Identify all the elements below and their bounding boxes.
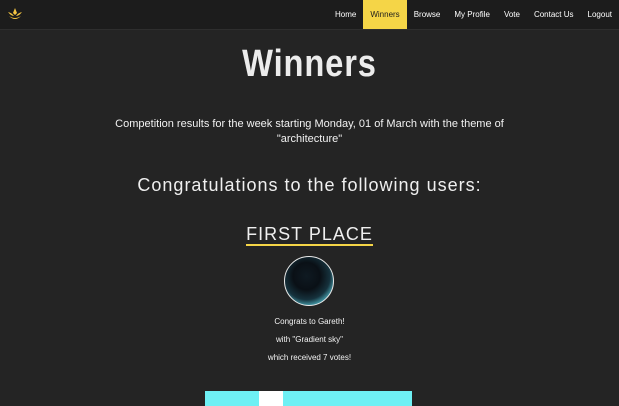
- first-place-heading: FIRST PLACE: [0, 224, 619, 246]
- winner-congrats-line: Congrats to Gareth!: [274, 317, 345, 326]
- winning-photo[interactable]: [205, 391, 412, 406]
- competition-intro-text: Competition results for the week startin…: [115, 118, 504, 145]
- nav-vote-link[interactable]: Vote: [497, 0, 527, 29]
- nav-winners-link[interactable]: Winners: [363, 0, 407, 29]
- main-nav: Home Winners Browse My Profile Vote Cont…: [328, 0, 619, 29]
- first-place-heading-text: FIRST PLACE: [246, 224, 373, 246]
- top-navigation-bar: Home Winners Browse My Profile Vote Cont…: [0, 0, 619, 30]
- congratulations-heading: Congratulations to the following users:: [137, 175, 482, 195]
- winner-entry-line: with "Gradient sky": [275, 335, 344, 344]
- lotus-icon[interactable]: [7, 6, 23, 22]
- nav-my-profile-link[interactable]: My Profile: [447, 0, 497, 29]
- nav-browse-link[interactable]: Browse: [407, 0, 448, 29]
- nav-home-link[interactable]: Home: [328, 0, 363, 29]
- nav-contact-us-link[interactable]: Contact Us: [527, 0, 581, 29]
- winner-votes-line: which received 7 votes!: [267, 353, 352, 362]
- nav-logout-link[interactable]: Logout: [581, 0, 619, 29]
- page-title: Winners: [242, 43, 377, 85]
- photo-highlight-stripe: [259, 391, 283, 406]
- winner-avatar[interactable]: [284, 256, 334, 306]
